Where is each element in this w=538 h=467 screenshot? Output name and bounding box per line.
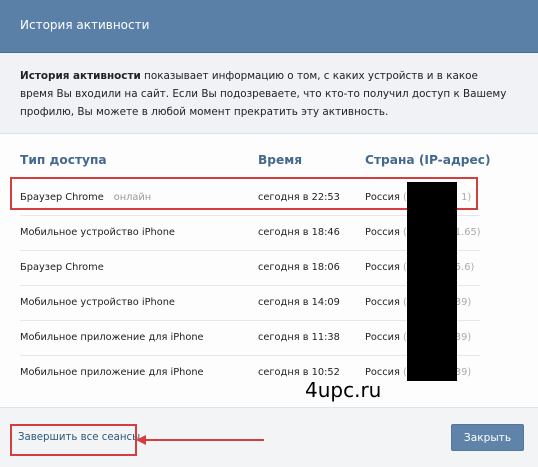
country-name: Россия [365,297,400,308]
device-cell: Мобильное устройство iPhone [20,227,175,238]
ip-suffix: 5.6) [454,262,475,273]
device-cell: Мобильное устройство iPhone [20,297,175,308]
time-cell: сегодня в 18:46 [258,227,340,238]
ip-prefix: ( [399,332,407,343]
end-sessions-highlight [10,424,137,456]
country-name: Россия [365,332,400,343]
table-row: Мобильное устройство iPhone сегодня в 18… [0,215,538,249]
table-row: Мобильное устройство iPhone сегодня в 14… [0,285,538,319]
column-header-country: Страна (IP-адрес) [365,153,491,167]
device-cell: Мобильное приложение для iPhone [20,332,204,343]
ip-suffix: 39) [454,367,472,378]
ip-prefix: ( [399,297,407,308]
country-name: Россия [365,367,400,378]
device-cell: Браузер Chrome [20,262,104,273]
country-name: Россия [365,227,400,238]
time-cell: сегодня в 11:38 [258,332,340,343]
time-cell: сегодня в 10:52 [258,367,340,378]
watermark: 4upc.ru [305,378,382,402]
table-row: Мобильное приложение для iPhone сегодня … [0,355,538,389]
country-name: Россия [365,262,400,273]
column-header-device: Тип доступа [20,153,107,167]
info-bold: История активности [20,70,141,82]
ip-suffix: 39) [454,332,472,343]
ip-prefix: ( [399,367,407,378]
ip-redaction-block [407,182,457,381]
device-cell: Мобильное приложение для iPhone [20,367,204,378]
dialog-title: История активности [20,18,150,32]
ip-prefix: ( [399,262,407,273]
ip-suffix: 39) [454,297,472,308]
info-text: История активности показывает информацию… [20,67,510,121]
table-row: Мобильное приложение для iPhone сегодня … [0,320,538,354]
table-row: Браузер Chrome сегодня в 18:06 Россия (5… [0,250,538,284]
ip-prefix: ( [399,227,407,238]
close-button[interactable]: Закрыть [451,424,524,451]
info-panel: История активности показывает информацию… [0,53,538,134]
column-header-time: Время [258,153,303,167]
dialog-header: История активности [0,0,538,53]
time-cell: сегодня в 18:06 [258,262,340,273]
time-cell: сегодня в 14:09 [258,297,340,308]
ip-suffix: 1.65) [454,227,481,238]
arrow-left-icon [136,435,264,445]
